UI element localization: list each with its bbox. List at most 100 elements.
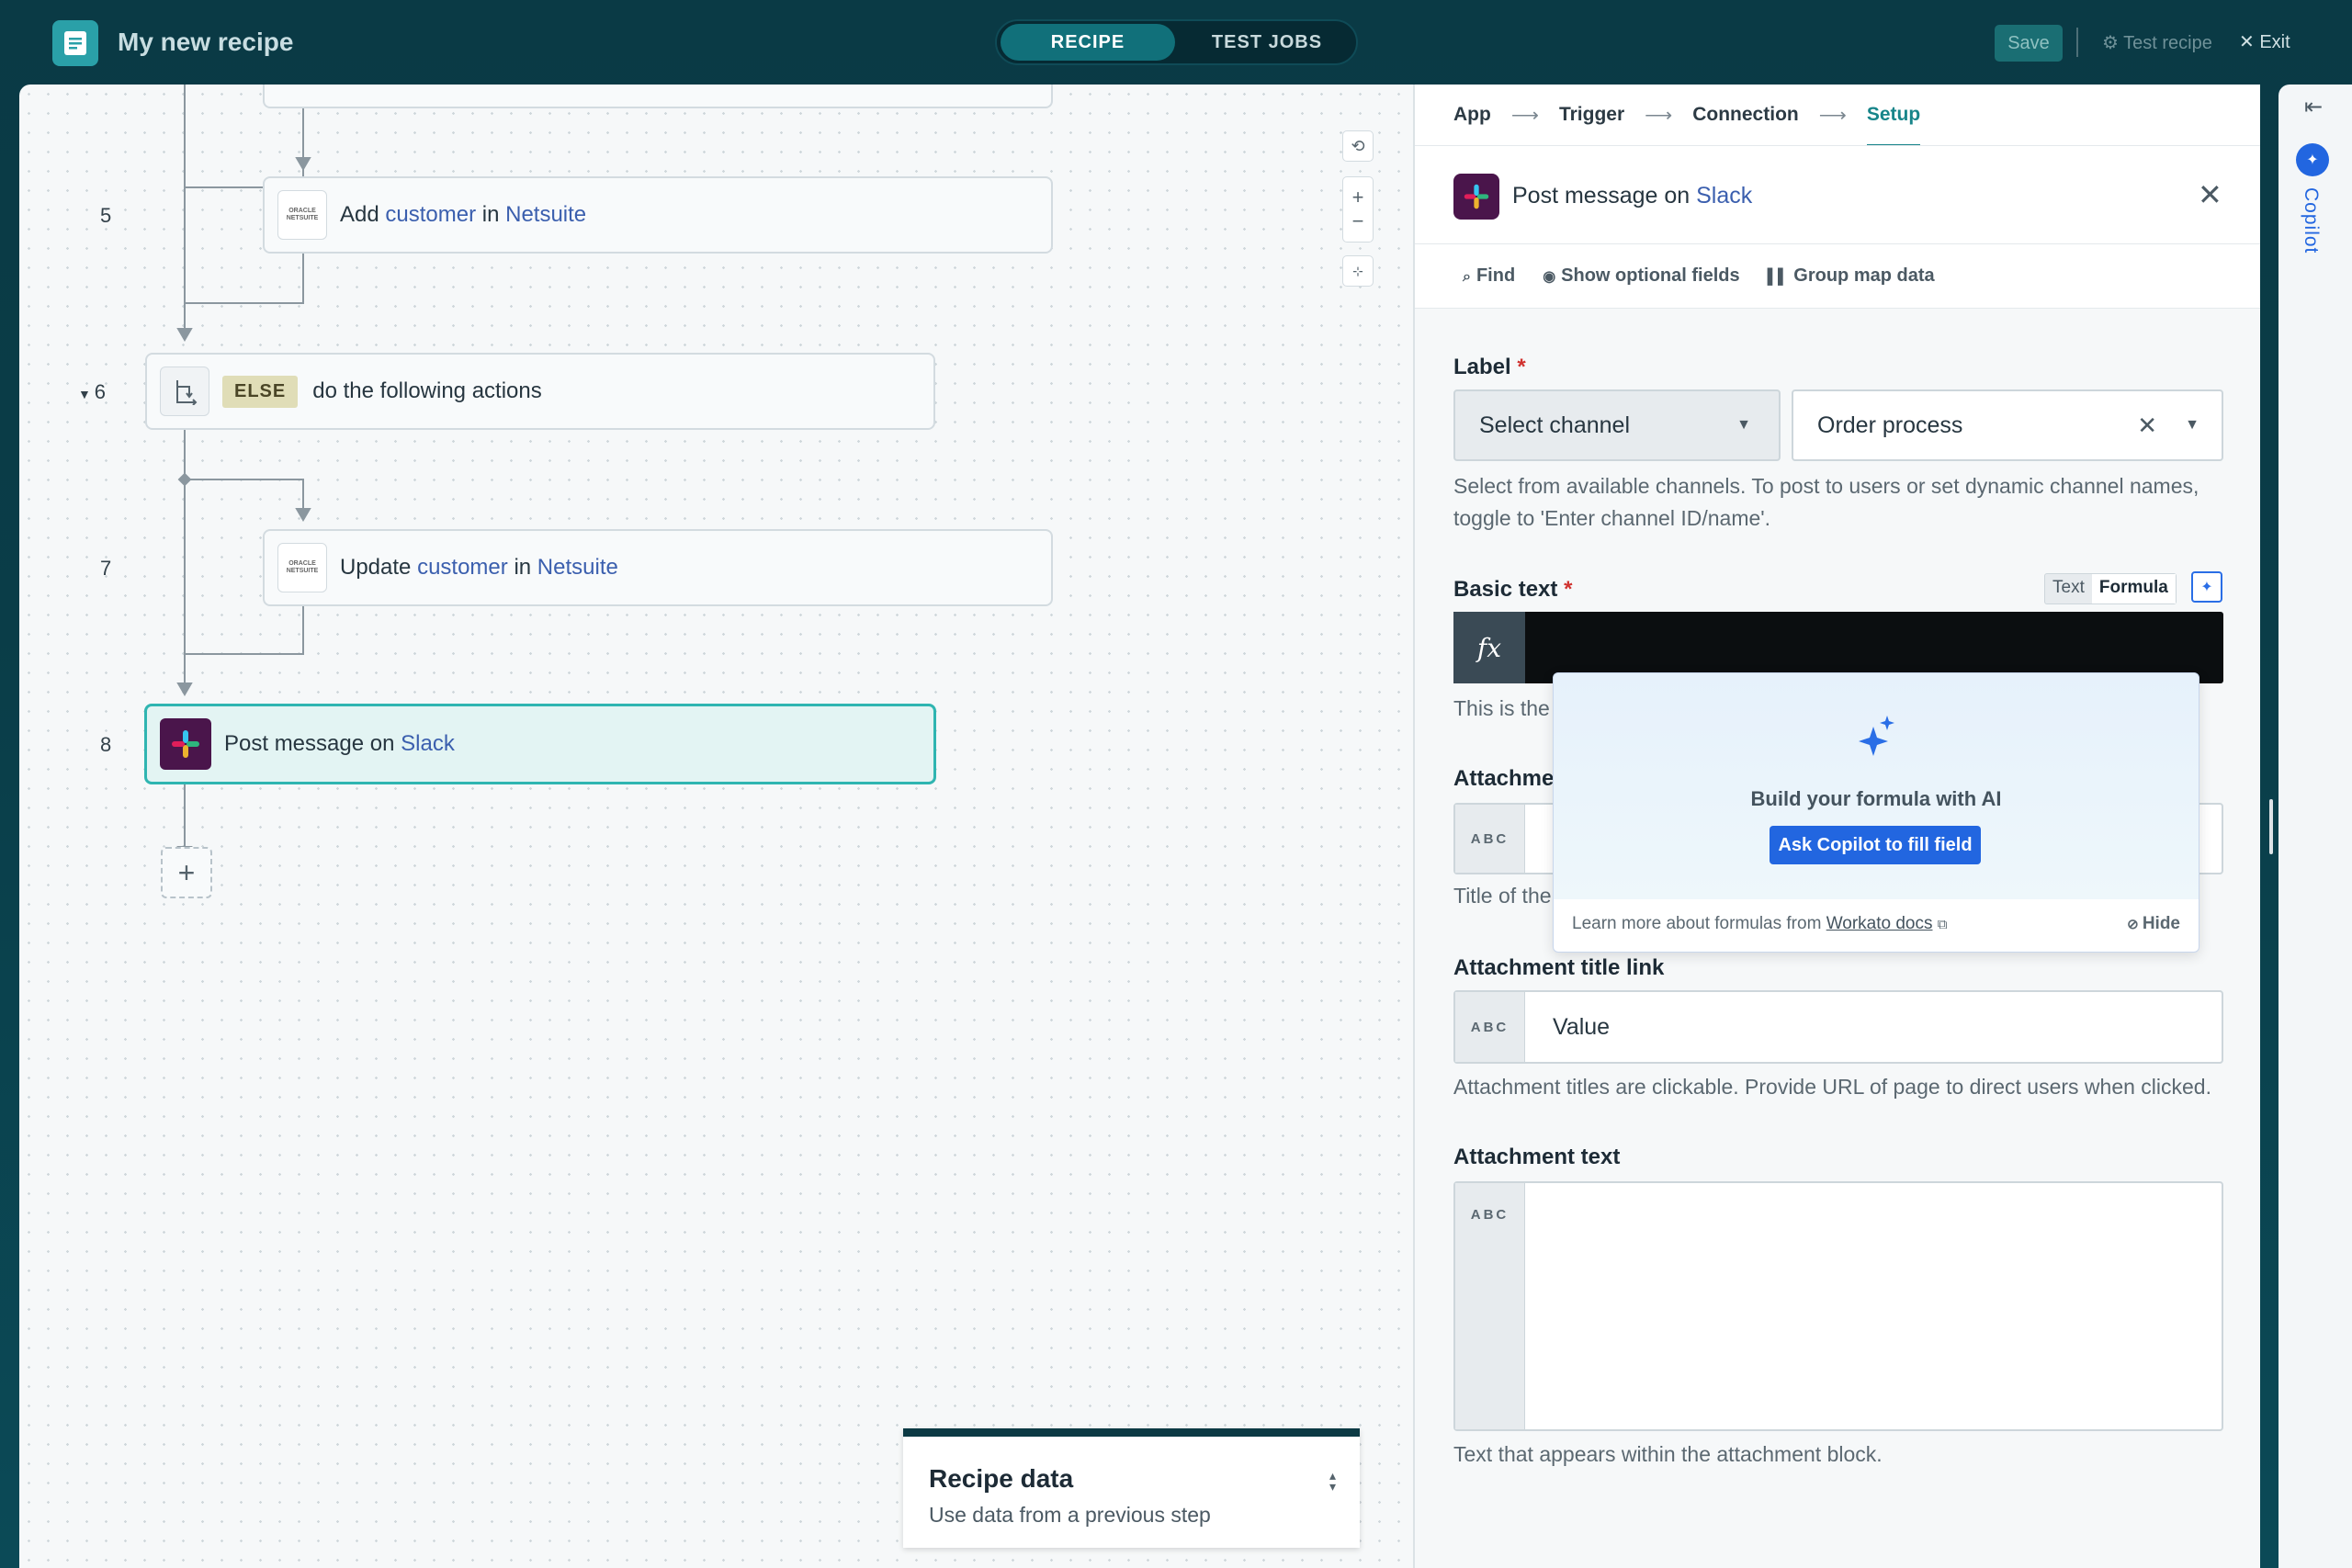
step-verb: Add [340, 202, 379, 227]
panel-title: Post message on Slack [1512, 183, 1752, 209]
attachment-text-input[interactable]: ABC [1453, 1181, 2223, 1431]
plus-icon: + [177, 855, 196, 889]
sparkles-icon [1853, 714, 1899, 764]
expand-icon[interactable]: ▴ ▾ [1329, 1469, 1336, 1493]
step-config-panel: App ⟶ Trigger ⟶ Connection ⟶ Setup Post mes… [1413, 85, 2260, 1568]
crumb-app[interactable]: App [1453, 104, 1491, 126]
crumb-setup[interactable]: Setup [1866, 104, 1921, 148]
copilot-tab[interactable]: Copilot [2300, 187, 2322, 254]
basic-text-label: Basic text * [1453, 577, 1572, 603]
branch-icon [160, 367, 209, 416]
undo-button[interactable]: ⟲ [1342, 130, 1374, 162]
find-button[interactable]: ⌕ Find [1463, 265, 1515, 287]
step-number: 6 [94, 380, 106, 403]
arrow-right-icon: ⟶ [1510, 104, 1539, 126]
step-text: do the following actions [312, 378, 542, 403]
channel-mode-select[interactable]: Select channel ▼ [1453, 389, 1781, 461]
required-marker: * [1517, 355, 1526, 379]
abc-type-icon: ABC [1455, 992, 1525, 1062]
collapse-step-6[interactable]: ▼ 6 [78, 380, 106, 404]
abc-type-icon: ABC [1455, 1183, 1525, 1429]
test-icon: ⚙ [2102, 33, 2124, 53]
attachment-title-link-input[interactable]: ABC Value [1453, 990, 2223, 1064]
toggle-formula[interactable]: Formula [2091, 574, 2176, 604]
clear-icon[interactable]: ✕ [2137, 412, 2157, 440]
save-button[interactable]: Save [1995, 25, 2063, 62]
caret-down-icon[interactable]: ▼ [2185, 417, 2199, 434]
center-focus-icon: ⊹ [1352, 263, 1363, 278]
step-prep: in [481, 202, 500, 227]
eye-off-icon: ⊘ [2127, 917, 2143, 932]
zoom-out-icon[interactable]: − [1352, 209, 1364, 233]
history-icon: ⟲ [1351, 136, 1365, 155]
test-recipe-button[interactable]: ⚙ Test recipe [2102, 31, 2212, 54]
step-number: 5 [100, 204, 112, 227]
recipe-canvas[interactable]: 5 ORACLE NETSUITE Add customer in Netsui… [19, 85, 1413, 1568]
zoom-in-icon[interactable]: + [1352, 186, 1364, 209]
exit-button[interactable]: ✕ Exit [2239, 30, 2290, 53]
exit-label: Exit [2259, 32, 2290, 52]
copilot-icon[interactable]: ✦ [2296, 143, 2329, 176]
required-marker: * [1564, 577, 1573, 602]
ai-formula-popup: Build your formula with AI Ask Copilot t… [1553, 672, 2199, 953]
close-panel-icon[interactable]: ✕ [2198, 177, 2222, 212]
label-text: Basic text [1453, 577, 1558, 602]
toggle-text[interactable]: Text [2045, 574, 2092, 604]
collapse-left-icon[interactable]: ⇤ [2304, 94, 2323, 120]
step-post-message-slack[interactable]: Post message on Slack [144, 704, 936, 784]
hide-button[interactable]: ⊘ Hide [2127, 914, 2180, 934]
label-field-label: Label * [1453, 355, 1526, 380]
step-prep: in [514, 555, 532, 580]
footer-text: Learn more about formulas from [1572, 914, 1822, 933]
netsuite-logo: ORACLE NETSUITE [277, 190, 327, 240]
attachment-text-label: Attachment text [1453, 1145, 1621, 1169]
step-add-customer[interactable]: ORACLE NETSUITE Add customer in Netsuite [263, 176, 1053, 254]
flow-connectors [176, 85, 311, 860]
divider [2076, 28, 2078, 57]
recipe-title[interactable]: My new recipe [118, 28, 293, 57]
popup-title: Build your formula with AI [1750, 787, 2002, 810]
select-channel-text: Select channel [1479, 412, 1631, 438]
recipe-data-panel[interactable]: Recipe data Use data from a previous ste… [903, 1428, 1360, 1548]
attachment-text-help: Text that appears within the attachment … [1453, 1442, 1883, 1466]
add-step-button[interactable]: + [161, 847, 212, 898]
tab-recipe[interactable]: RECIPE [1001, 24, 1175, 61]
abc-type-icon: ABC [1455, 805, 1525, 873]
label-help: Select from available channels. To post … [1453, 474, 2199, 530]
step-verb: Post message [224, 731, 365, 756]
label-text: Label [1453, 355, 1511, 379]
workato-docs-link[interactable]: Workato docs [1826, 914, 1933, 933]
test-recipe-label: Test recipe [2123, 33, 2212, 53]
show-optional-fields-button[interactable]: ◉ Show optional fields [1543, 265, 1739, 287]
group-map-data-button[interactable]: ▌▌ Group map data [1768, 265, 1935, 287]
breadcrumb: App ⟶ Trigger ⟶ Connection ⟶ Setup [1415, 85, 2260, 148]
eye-icon: ◉ [1543, 269, 1556, 285]
step-app: Netsuite [505, 202, 587, 227]
ask-copilot-button[interactable]: Ask Copilot to fill field [1770, 826, 1981, 864]
recipe-data-title: Recipe data [929, 1464, 1074, 1493]
crumb-trigger[interactable]: Trigger [1559, 104, 1624, 126]
step-update-customer[interactable]: ORACLE NETSUITE Update customer in Netsu… [263, 529, 1053, 606]
show-optional-label: Show optional fields [1561, 265, 1740, 286]
copilot-sparkle-button[interactable]: ✦ [2191, 571, 2222, 603]
hide-label: Hide [2142, 914, 2180, 933]
tab-test-jobs[interactable]: TEST JOBS [1180, 24, 1354, 61]
panel-resize-handle[interactable] [2269, 799, 2273, 854]
step-else[interactable]: ELSE do the following actions [145, 353, 935, 430]
attachment-title-link-help: Attachment titles are clickable. Provide… [1453, 1075, 2211, 1099]
step-prep: on [369, 731, 395, 756]
step-app: Slack [401, 731, 455, 756]
attachment-title-link-value: Value [1553, 1014, 1611, 1040]
recipe-icon [52, 20, 98, 66]
copilot-rail: ⇤ ✦ Copilot [2278, 85, 2352, 1568]
channel-select[interactable]: Order process ✕ ▼ [1792, 389, 2223, 461]
fx-icon: fx [1453, 612, 1525, 683]
crumb-connection[interactable]: Connection [1692, 104, 1799, 126]
caret-down-icon: ▼ [78, 387, 95, 401]
find-label: Find [1476, 265, 1516, 286]
attachment-title-label: Attachmer [1453, 766, 1563, 791]
action-verb: Post message on [1512, 183, 1690, 209]
fit-view-button[interactable]: ⊹ [1342, 255, 1374, 287]
step-number: 7 [100, 557, 112, 580]
previous-step-card[interactable] [263, 85, 1053, 108]
